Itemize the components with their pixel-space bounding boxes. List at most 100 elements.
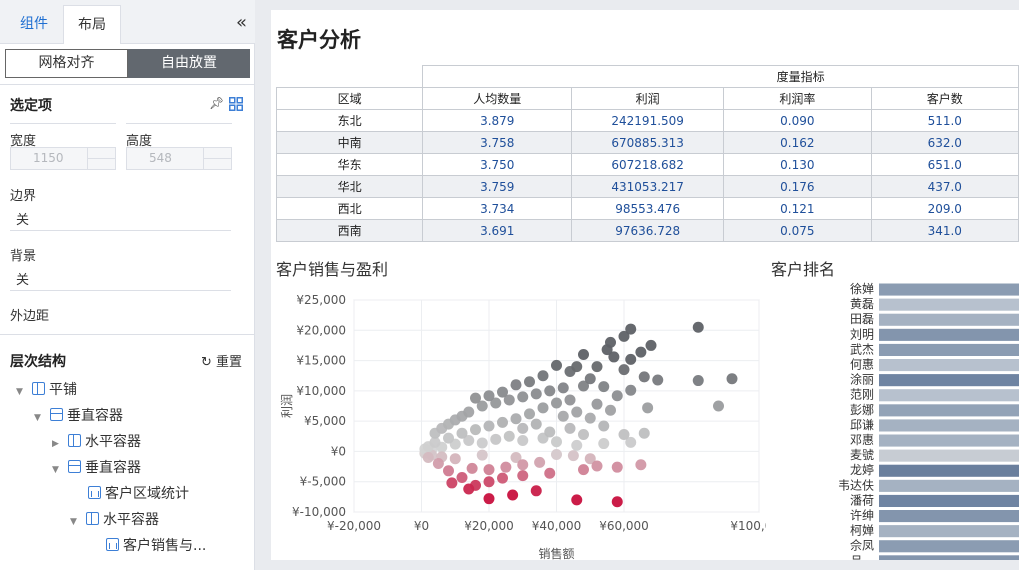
reset-icon: ↻: [201, 355, 212, 370]
scatter-point: [618, 428, 630, 440]
border-underline: [10, 230, 231, 231]
ranking-category-label: 彭娜: [850, 403, 874, 417]
scatter-point: [449, 453, 461, 465]
collapse-panel-icon[interactable]: «: [236, 12, 247, 33]
tab-components[interactable]: 组件: [5, 5, 63, 44]
table-group-header: 度量指标: [422, 65, 1019, 88]
ranking-bar[interactable]: [879, 359, 1019, 372]
scatter-point: [645, 339, 657, 351]
tree-item-vertical-container[interactable]: ▼ 垂直容器: [52, 456, 141, 480]
position-field-stub: [10, 118, 116, 124]
ranking-bar[interactable]: [879, 540, 1019, 553]
panel-tabs: 组件 布局 «: [0, 0, 255, 44]
x-tick-label: ¥20,000: [464, 519, 514, 533]
ranking-bar[interactable]: [879, 449, 1019, 462]
layout-grid-icon[interactable]: [229, 97, 243, 111]
expand-arrow-icon[interactable]: ▼: [70, 510, 80, 534]
ranking-bar[interactable]: [879, 343, 1019, 356]
divider: [0, 84, 255, 85]
border-select[interactable]: 关: [16, 209, 29, 228]
scatter-point: [557, 410, 569, 422]
scatter-point: [463, 483, 475, 495]
tab-layout[interactable]: 布局: [63, 5, 121, 44]
ranking-bar[interactable]: [879, 525, 1019, 538]
scatter-point: [598, 438, 610, 450]
ranking-bar[interactable]: [879, 434, 1019, 447]
ranking-category-label: 许绅: [850, 509, 874, 523]
grid-align-button[interactable]: 网格对齐: [5, 49, 128, 78]
ranking-bar[interactable]: [879, 313, 1019, 326]
scatter-point: [537, 370, 549, 382]
ranking-bar[interactable]: [879, 298, 1019, 311]
scatter-point: [591, 398, 603, 410]
tree-item-customer-sales[interactable]: 客户销售与...: [106, 534, 206, 558]
chart-icon: [88, 486, 101, 499]
chart-icon: [106, 538, 119, 551]
expand-arrow-icon[interactable]: ▼: [16, 380, 26, 404]
height-input[interactable]: 548: [126, 147, 232, 170]
table-header[interactable]: 客户数: [870, 87, 1019, 110]
ranking-bar[interactable]: [879, 404, 1019, 417]
ranking-bar[interactable]: [879, 328, 1019, 341]
free-place-button[interactable]: 自由放置: [128, 49, 250, 78]
scatter-point: [635, 346, 647, 358]
expand-arrow-icon[interactable]: ▼: [52, 458, 62, 482]
width-stepper[interactable]: [87, 148, 115, 169]
collapse-arrow-icon[interactable]: ▶: [52, 432, 62, 456]
ranking-bar[interactable]: [879, 479, 1019, 492]
table-header[interactable]: 人均数量: [422, 87, 573, 110]
tree-item-horizontal-container[interactable]: ▼ 水平容器: [70, 508, 159, 532]
scatter-point: [422, 451, 434, 463]
table-cell: 97636.728: [571, 219, 725, 242]
x-tick-label: ¥-20,000: [327, 519, 381, 533]
table-cell: 242191.509: [571, 109, 725, 132]
tree-item-tile[interactable]: ▼ 平铺: [16, 378, 77, 402]
table-cell: 0.075: [723, 219, 872, 242]
scatter-point: [598, 420, 610, 432]
page-title: 客户分析: [277, 28, 361, 52]
ranking-bar[interactable]: [879, 419, 1019, 432]
scatter-point: [432, 458, 444, 470]
y-tick-label: ¥-5,000: [300, 475, 346, 489]
ranking-chart[interactable]: 徐婵黄磊田磊刘明武杰何惠涂丽范刚彭娜邱谦邓惠麦號龙婷韦达伕潘荷许绅柯婵佘凤吕..…: [771, 282, 1019, 560]
scatter-point: [503, 430, 515, 442]
table-row: 中南 3.758 670885.313 0.162 632.0: [275, 131, 1019, 154]
table-header[interactable]: 利润: [571, 87, 725, 110]
scatter-point: [598, 381, 610, 393]
width-input[interactable]: 1150: [10, 147, 116, 170]
ranking-category-label: 黄磊: [850, 297, 874, 311]
ranking-bar[interactable]: [879, 510, 1019, 523]
ranking-category-label: 麦號: [850, 448, 874, 462]
scatter-point: [638, 427, 650, 439]
scatter-point: [557, 382, 569, 394]
x-tick-label: ¥40,000: [532, 519, 582, 533]
scatter-chart[interactable]: ¥25,000 ¥20,000 ¥15,000 ¥10,000 ¥5,000 ¥0 ¥-5,…: [271, 278, 766, 560]
ranking-bar[interactable]: [879, 374, 1019, 387]
height-stepper[interactable]: [203, 148, 231, 169]
scatter-point: [463, 406, 475, 418]
table-header[interactable]: 区域: [275, 87, 424, 110]
ranking-bar[interactable]: [879, 494, 1019, 507]
table-header[interactable]: 利润率: [723, 87, 872, 110]
table-cell: 0.090: [723, 109, 872, 132]
tree-item-customer-region-stats[interactable]: 客户区域统计: [88, 482, 189, 506]
ranking-bar[interactable]: [879, 389, 1019, 402]
tree-item-vertical-container[interactable]: ▼ 垂直容器: [34, 404, 123, 428]
table-cell: 西南: [275, 219, 424, 242]
scatter-point: [611, 461, 623, 473]
ranking-bar[interactable]: [879, 555, 1019, 560]
scatter-point: [497, 386, 508, 398]
table-row: 华北 3.759 431053.217 0.176 437.0: [275, 175, 1019, 198]
ranking-bar[interactable]: [879, 283, 1019, 296]
y-axis-label: 利润: [280, 394, 294, 418]
scatter-point: [483, 420, 495, 432]
tree-item-label: 平铺: [49, 382, 77, 398]
expand-arrow-icon[interactable]: ▼: [34, 406, 44, 430]
reset-button[interactable]: ↻ 重置: [201, 351, 242, 370]
tree-item-label: 水平容器: [85, 434, 141, 450]
background-select[interactable]: 关: [16, 269, 29, 288]
pin-icon[interactable]: 📌︎: [209, 96, 224, 110]
ranking-bar[interactable]: [879, 464, 1019, 477]
region-table: 度量指标 区域 人均数量 利润 利润率 客户数 东北 3.879 242191.…: [275, 65, 1019, 242]
tree-item-horizontal-container[interactable]: ▶ 水平容器: [52, 430, 141, 454]
